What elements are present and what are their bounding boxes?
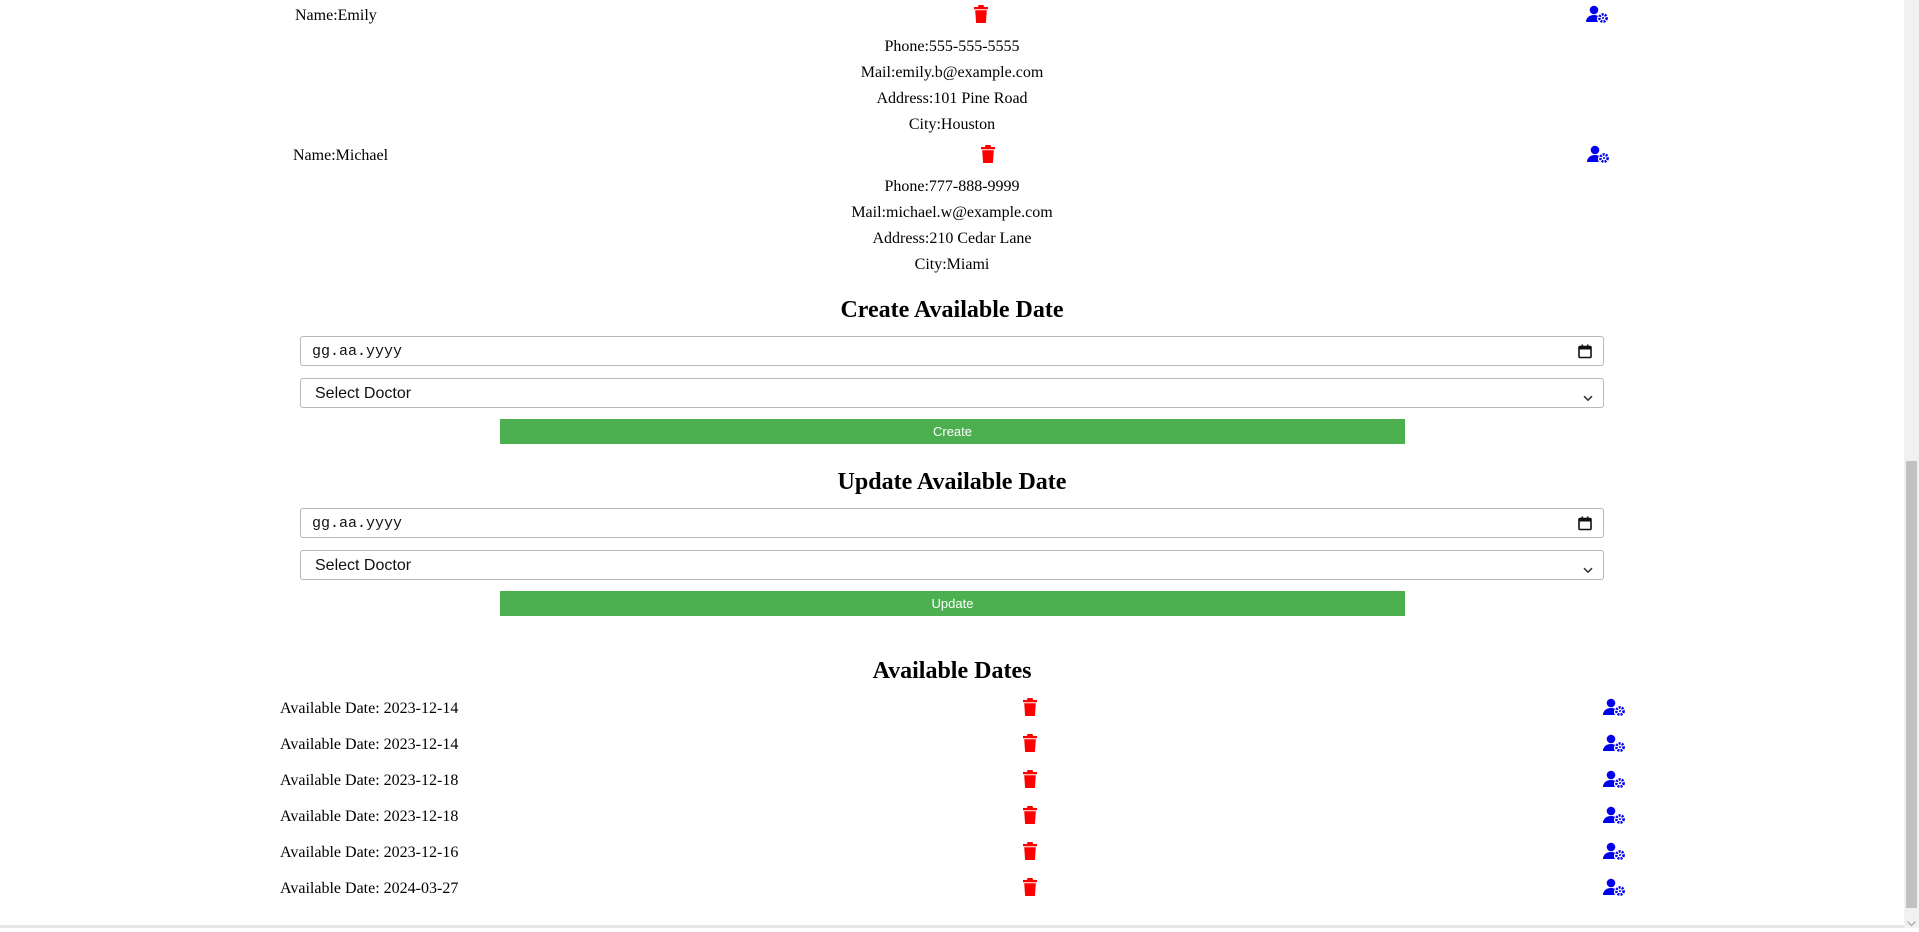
available-date-label: Available Date: 2023-12-14	[280, 700, 459, 717]
doctor-mail: Mail:michael.w@example.com	[851, 204, 1053, 221]
available-date-label: Available Date: 2023-12-18	[280, 772, 459, 789]
available-date-label: Available Date: 2023-12-14	[280, 736, 459, 753]
update-section-title: Update Available Date	[837, 469, 1067, 495]
create-section-title: Create Available Date	[840, 297, 1064, 323]
trash-icon[interactable]	[973, 4, 989, 29]
user-gear-icon[interactable]	[1603, 842, 1625, 865]
doctor-phone: Phone:555-555-5555	[884, 38, 1020, 55]
trash-icon[interactable]	[1022, 733, 1038, 758]
trash-icon[interactable]	[980, 144, 996, 169]
trash-icon[interactable]	[1022, 841, 1038, 866]
doctor-city: City:Miami	[914, 256, 990, 273]
doctor-name: Name:Emily	[295, 7, 377, 24]
doctor-phone: Phone:777-888-9999	[884, 178, 1020, 195]
available-dates-title: Available Dates	[872, 658, 1032, 684]
user-gear-icon[interactable]	[1586, 5, 1608, 28]
doctor-name: Name:Michael	[293, 147, 389, 164]
trash-icon[interactable]	[1022, 697, 1038, 722]
user-gear-icon[interactable]	[1603, 698, 1625, 721]
available-date-label: Available Date: 2023-12-18	[280, 808, 459, 825]
user-gear-icon[interactable]	[1603, 734, 1625, 757]
update-button[interactable]: Update	[500, 591, 1405, 616]
trash-icon[interactable]	[1022, 877, 1038, 902]
scroll-down-arrow-icon[interactable]	[1907, 914, 1916, 932]
available-date-label: Available Date: 2024-03-27	[280, 880, 459, 897]
update-doctor-select[interactable]: Select Doctor	[300, 550, 1604, 580]
doctor-city: City:Houston	[908, 116, 996, 133]
date-placeholder: gg.aa.yyyy	[312, 343, 403, 360]
select-value: Select Doctor	[315, 385, 412, 402]
user-gear-icon[interactable]	[1603, 878, 1625, 901]
page-viewport: Name:Emily Phone:555-555-5555 Mail:emily…	[0, 0, 1904, 925]
doctor-address: Address:210 Cedar Lane	[872, 230, 1032, 247]
doctor-mail: Mail:emily.b@example.com	[860, 64, 1044, 81]
create-button[interactable]: Create	[500, 419, 1405, 444]
calendar-icon[interactable]	[1578, 344, 1592, 364]
create-doctor-select[interactable]: Select Doctor	[300, 378, 1604, 408]
chevron-down-icon	[1583, 389, 1593, 407]
user-gear-icon[interactable]	[1603, 770, 1625, 793]
date-placeholder: gg.aa.yyyy	[312, 515, 403, 532]
user-gear-icon[interactable]	[1603, 806, 1625, 829]
scrollbar-thumb[interactable]	[1906, 461, 1917, 908]
doctor-address: Address:101 Pine Road	[876, 90, 1028, 107]
create-date-input[interactable]: gg.aa.yyyy	[300, 336, 1604, 366]
update-date-input[interactable]: gg.aa.yyyy	[300, 508, 1604, 538]
select-value: Select Doctor	[315, 557, 412, 574]
trash-icon[interactable]	[1022, 805, 1038, 830]
trash-icon[interactable]	[1022, 769, 1038, 794]
chevron-down-icon	[1583, 561, 1593, 579]
vertical-scrollbar[interactable]	[1904, 0, 1919, 928]
available-date-label: Available Date: 2023-12-16	[280, 844, 459, 861]
user-gear-icon[interactable]	[1587, 145, 1609, 168]
calendar-icon[interactable]	[1578, 516, 1592, 536]
